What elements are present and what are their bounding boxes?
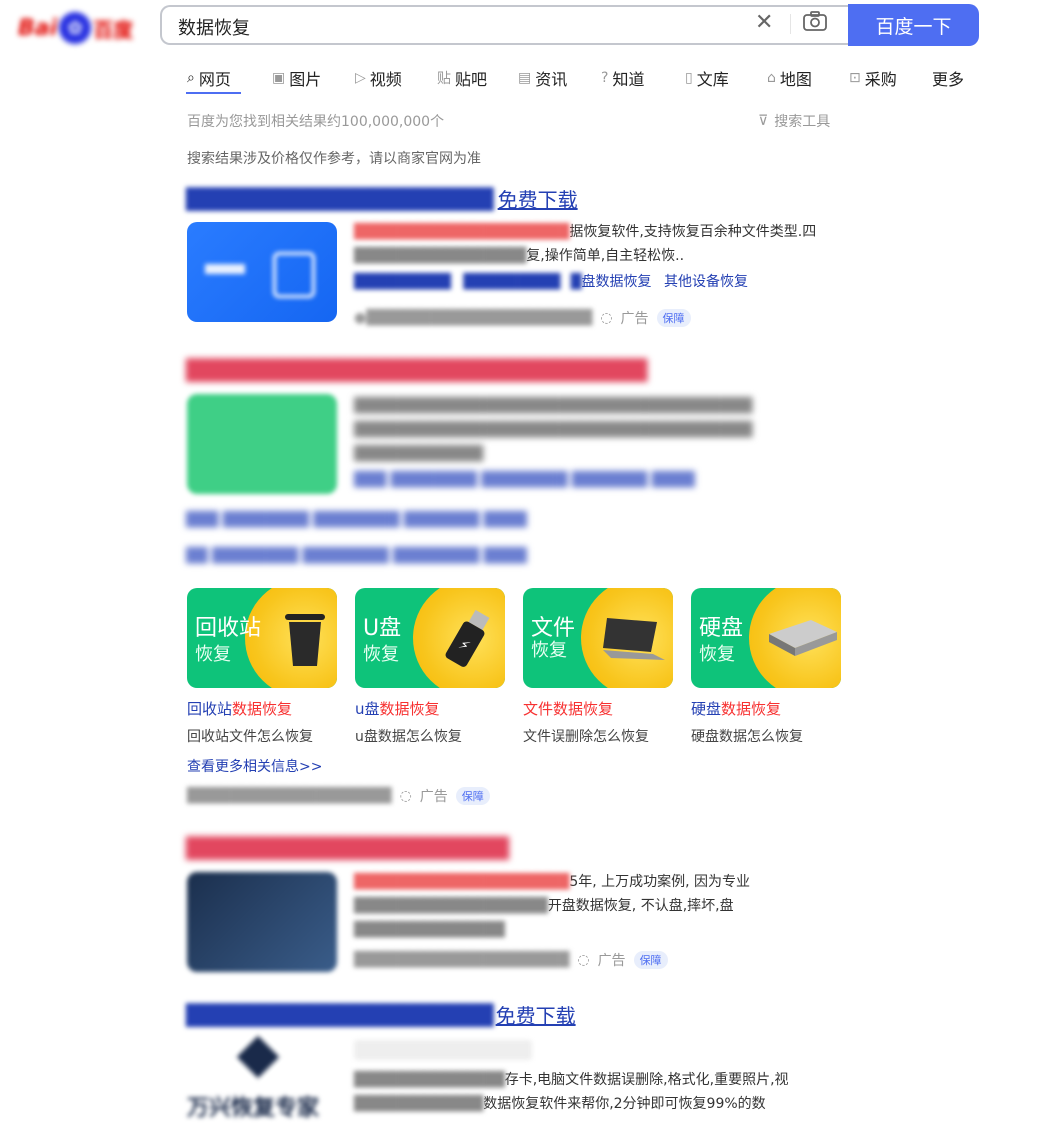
result-2-links-row2[interactable]: ███ ████████ ████████ ███████ ████ xyxy=(186,512,527,528)
card-sub-usb[interactable]: u盘数据怎么恢复 xyxy=(355,726,462,746)
camera-icon[interactable] xyxy=(802,10,828,32)
shop-icon: ⊡ xyxy=(849,70,861,86)
guarantee-badge[interactable]: 保障 xyxy=(633,951,668,969)
paw-icon: ✿ xyxy=(59,12,92,44)
image-icon: ▣ xyxy=(272,70,286,86)
result-4-logo[interactable]: 万兴恢复专家 xyxy=(187,1035,337,1136)
result-2-links-row3[interactable]: ██ ████████ ████████ ████████ ████ xyxy=(186,548,527,564)
tieba-icon: 贴 xyxy=(437,71,451,87)
card-harddisk[interactable]: 硬盘 恢复 xyxy=(691,588,841,688)
tab-zhidao[interactable]: ? 知道 xyxy=(601,66,644,90)
close-icon[interactable]: ✕ xyxy=(755,10,773,35)
blurred-text: ██████████████ xyxy=(354,922,505,938)
laptop-icon xyxy=(603,618,665,660)
link-disk-recovery[interactable]: █盘数据恢复 xyxy=(571,274,652,290)
baidu-logo[interactable]: Bai ✿ 百度 xyxy=(18,8,146,48)
tab-wenku[interactable]: ▯ 文库 xyxy=(685,66,729,90)
blurred-text: ████████████████████ xyxy=(354,874,570,890)
doc-icon: ▯ xyxy=(685,70,693,86)
cards-ad-row: ███████████████████ ◌ 广告 保障 xyxy=(187,786,490,806)
result-2-desc: █████████████████████████████████████ ███… xyxy=(354,398,753,462)
search-button[interactable]: 百度一下 xyxy=(848,4,979,46)
card-recycle-bin[interactable]: 回收站 恢复 xyxy=(187,588,337,688)
blurred-text: ████████████████ xyxy=(354,248,527,264)
card-usb[interactable]: U盘 恢复 ⚡ xyxy=(355,588,505,688)
result-3-ad-row: ████████████████████ ◌ 广告 保障 xyxy=(354,950,668,970)
card-link-harddisk[interactable]: 硬盘数据恢复 xyxy=(691,698,781,719)
guarantee-badge[interactable]: 保障 xyxy=(656,309,691,327)
circle-icon: ◌ xyxy=(577,952,590,968)
search-query: 数据恢复 xyxy=(178,18,250,39)
question-icon: ? xyxy=(601,70,609,86)
thumbnail-text xyxy=(205,264,245,274)
logo-text-right: 百度 xyxy=(93,17,134,42)
shield-icon: ◌ xyxy=(600,310,613,326)
card-sub-file[interactable]: 文件误删除怎么恢复 xyxy=(523,726,649,746)
result-3-title[interactable]: █████████████████████ xyxy=(186,836,509,860)
card-link-recycle[interactable]: 回收站数据恢复 xyxy=(187,698,292,719)
tab-more[interactable]: 更多 xyxy=(932,66,964,90)
tab-web[interactable]: ⌕ 网页 xyxy=(187,66,231,90)
search-icon: ⌕ xyxy=(187,70,195,86)
result-1-title[interactable]: ████████████████████ 免费下载 xyxy=(186,184,578,213)
result-4-title[interactable]: ████████████████████ 免费下载 xyxy=(186,1000,576,1029)
result-2-links[interactable]: ███ ████████ ████████ ███████ ████ xyxy=(354,472,695,488)
result-1-thumbnail[interactable] xyxy=(187,222,337,322)
diamond-icon xyxy=(236,1035,280,1079)
active-tab-indicator xyxy=(186,92,241,94)
card-sub-harddisk[interactable]: 硬盘数据怎么恢复 xyxy=(691,726,803,746)
link-other-device[interactable]: 其他设备恢复 xyxy=(664,274,748,290)
tab-purchase[interactable]: ⊡ 采购 xyxy=(849,66,897,90)
tab-video[interactable]: ▷ 视频 xyxy=(355,66,402,90)
result-count: 百度为您找到相关结果约100,000,000个 xyxy=(187,114,445,130)
logo-text-left: Bai xyxy=(18,15,58,41)
result-1-ad-row: ●█████████████████████ ◌ 广告 保障 xyxy=(354,308,691,328)
tab-tieba[interactable]: 贴贴吧 xyxy=(437,66,487,90)
video-icon: ▷ xyxy=(355,70,366,86)
blurred-text: ████████████ xyxy=(354,1096,484,1112)
divider xyxy=(790,14,791,34)
result-3-thumbnail[interactable] xyxy=(187,872,337,972)
result-2-thumbnail[interactable] xyxy=(187,394,337,494)
result-3-desc: ████████████████████5年, 上万成功案例, 因为专业 ███… xyxy=(354,874,751,938)
blurred-source: ●█████████████████████ xyxy=(354,310,593,326)
card-file[interactable]: 文件 恢复 xyxy=(523,588,673,688)
card-link-usb[interactable]: u盘数据恢复 xyxy=(355,698,440,719)
circle-icon: ◌ xyxy=(399,788,412,804)
blurred-link[interactable]: █████████ xyxy=(354,274,451,290)
search-input[interactable] xyxy=(160,5,850,45)
download-tag[interactable] xyxy=(354,1040,532,1060)
card-link-file[interactable]: 文件数据恢复 xyxy=(523,698,613,719)
cloud-icon xyxy=(273,252,315,298)
guarantee-badge[interactable]: 保障 xyxy=(455,787,490,805)
blurred-link[interactable]: █████████ xyxy=(463,274,560,290)
blurred-title-text: ████████████████████ xyxy=(186,1002,494,1027)
blurred-text: ██████████████ xyxy=(354,1072,505,1088)
filter-icon: ⊽ xyxy=(758,113,769,129)
blurred-title-text: ████████████████████ xyxy=(186,186,494,211)
tab-map[interactable]: ⌂ 地图 xyxy=(767,66,812,90)
tab-news[interactable]: ▤ 资讯 xyxy=(518,66,567,90)
blurred-source: ███████████████████ xyxy=(187,788,392,804)
blurred-source: ████████████████████ xyxy=(354,952,570,968)
harddisk-icon xyxy=(769,620,837,656)
blurred-text: ████████████████████ xyxy=(354,224,570,240)
tab-images[interactable]: ▣ 图片 xyxy=(272,66,321,90)
blurred-text: ██████████████████ xyxy=(354,898,548,914)
result-1-desc: ████████████████████据恢复软件,支持恢复百余种文件类型.四 … xyxy=(354,224,817,290)
card-sub-recycle[interactable]: 回收站文件怎么恢复 xyxy=(187,726,313,746)
price-notice: 搜索结果涉及价格仅作参考，请以商家官网为准 xyxy=(187,151,481,167)
result-2-title[interactable]: ██████████████████████████████ xyxy=(186,358,647,382)
more-info-link[interactable]: 查看更多相关信息>> xyxy=(187,756,322,776)
trash-icon xyxy=(285,614,325,666)
result-4-desc: ██████████████存卡,电脑文件数据误删除,格式化,重要照片,视 ██… xyxy=(354,1072,789,1112)
map-icon: ⌂ xyxy=(767,70,776,86)
usb-icon: ⚡ xyxy=(445,609,490,667)
search-tools-button[interactable]: ⊽ 搜索工具 xyxy=(758,111,830,131)
news-icon: ▤ xyxy=(518,70,532,86)
